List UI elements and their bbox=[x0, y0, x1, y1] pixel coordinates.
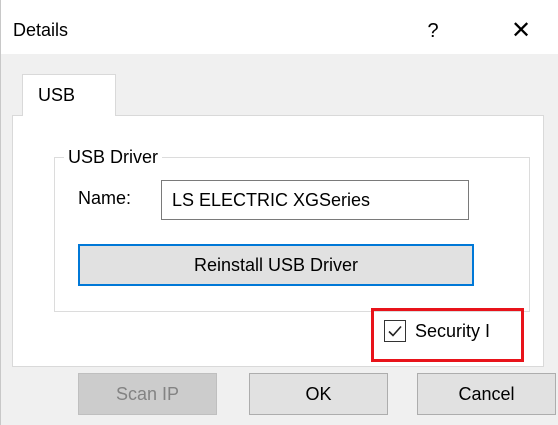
dialog-title: Details bbox=[13, 20, 69, 40]
reinstall-usb-driver-button[interactable]: Reinstall USB Driver bbox=[78, 244, 474, 286]
ok-button[interactable]: OK bbox=[249, 373, 388, 415]
details-dialog: Details ? ✕ USB USB Driver Name: Reinsta… bbox=[0, 0, 558, 425]
tab-usb[interactable]: USB bbox=[22, 74, 116, 116]
name-field[interactable] bbox=[161, 180, 469, 220]
help-icon[interactable]: ? bbox=[413, 14, 453, 48]
security-checkbox-label[interactable]: Security I bbox=[415, 320, 490, 342]
title-bar: Details ? ✕ bbox=[1, 0, 558, 54]
security-checkbox[interactable] bbox=[384, 320, 406, 342]
usb-driver-group-legend: USB Driver bbox=[64, 146, 163, 168]
tab-usb-label: USB bbox=[38, 85, 76, 105]
name-label: Name: bbox=[78, 188, 132, 208]
checkmark-icon bbox=[388, 325, 402, 337]
cancel-button[interactable]: Cancel bbox=[417, 373, 556, 415]
scan-ip-button[interactable]: Scan IP bbox=[78, 373, 217, 415]
close-icon[interactable]: ✕ bbox=[501, 14, 541, 48]
